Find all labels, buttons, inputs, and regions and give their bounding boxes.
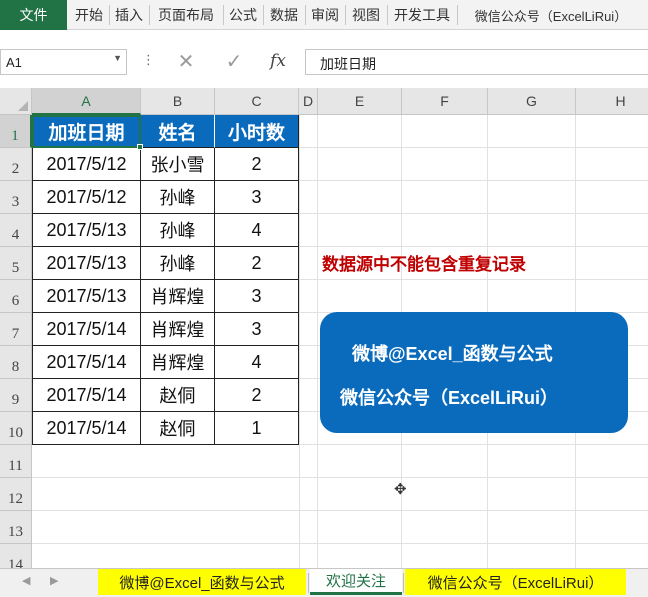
column-header-a[interactable]: A (32, 88, 141, 115)
table-cell-hours[interactable]: 4 (215, 214, 299, 247)
cancel-icon[interactable]: ✕ (173, 48, 199, 74)
insert-function-icon[interactable]: fx (265, 48, 291, 74)
more-options-icon[interactable]: ⋮ (142, 52, 155, 68)
table-cell-date[interactable]: 2017/5/13 (32, 214, 141, 247)
worksheet-grid[interactable]: A B C D E F G H 1 2 3 4 5 6 7 8 9 10 11 … (0, 88, 648, 568)
column-header-e[interactable]: E (318, 88, 402, 115)
row-header-3[interactable]: 3 (0, 181, 32, 214)
name-box-value: A1 (6, 55, 22, 70)
table-cell-date[interactable]: 2017/5/14 (32, 346, 141, 379)
table-cell-date[interactable]: 2017/5/13 (32, 280, 141, 313)
tab-formulas[interactable]: 公式 (224, 0, 262, 30)
table-cell-date[interactable]: 2017/5/12 (32, 181, 141, 214)
table-cell-hours[interactable]: 2 (215, 148, 299, 181)
table-cell-name[interactable]: 肖辉煌 (141, 346, 215, 379)
tab-review[interactable]: 审阅 (306, 0, 344, 30)
table-cell-name[interactable]: 肖辉煌 (141, 280, 215, 313)
tab-divider (308, 573, 309, 593)
formula-input[interactable]: 加班日期 (305, 49, 648, 75)
gridline (32, 543, 648, 544)
sheet-tab-weibo[interactable]: 微博@Excel_函数与公式 (98, 569, 306, 595)
column-header-g[interactable]: G (488, 88, 576, 115)
promo-wechat-text: 微信公众号（ExcelLiRui） (340, 388, 559, 408)
tab-scroll-right-icon[interactable]: ▶ (50, 574, 58, 587)
tab-scroll-left-icon[interactable]: ◀ (22, 574, 30, 587)
column-header-c[interactable]: C (215, 88, 299, 115)
tab-wechat-account[interactable]: 微信公众号（ExcelLiRui） (458, 0, 644, 30)
row-header-4[interactable]: 4 (0, 214, 32, 247)
table-cell-date[interactable]: 2017/5/14 (32, 379, 141, 412)
tab-page-layout[interactable]: 页面布局 (150, 0, 222, 30)
cell-cursor-icon: ✥ (394, 481, 407, 498)
column-header-f[interactable]: F (402, 88, 488, 115)
promo-banner: 微博@Excel_函数与公式 微信公众号（ExcelLiRui） (320, 312, 628, 433)
gridline (32, 477, 648, 478)
row-header-5[interactable]: 5 (0, 247, 32, 280)
sheet-tab-welcome[interactable]: 欢迎关注 (310, 569, 402, 595)
tab-developer[interactable]: 开发工具 (388, 0, 456, 30)
tab-data[interactable]: 数据 (264, 0, 304, 30)
chevron-down-icon[interactable]: ▼ (113, 53, 122, 63)
tab-home[interactable]: 开始 (70, 0, 108, 30)
row-header-13[interactable]: 13 (0, 511, 32, 544)
row-header-7[interactable]: 7 (0, 313, 32, 346)
sheet-tab-wechat[interactable]: 微信公众号（ExcelLiRui） (405, 569, 626, 595)
table-cell-date[interactable]: 2017/5/14 (32, 412, 141, 445)
formula-bar: A1 ▼ ⋮ ✕ ✓ fx 加班日期 (0, 30, 648, 88)
table-cell-name[interactable]: 肖辉煌 (141, 313, 215, 346)
gridline (317, 115, 318, 568)
table-cell-hours[interactable]: 2 (215, 379, 299, 412)
table-cell-date[interactable]: 2017/5/12 (32, 148, 141, 181)
table-cell-hours[interactable]: 4 (215, 346, 299, 379)
table-cell-date[interactable]: 2017/5/13 (32, 247, 141, 280)
table-header-name[interactable]: 姓名 (141, 115, 215, 148)
table-cell-name[interactable]: 张小雪 (141, 148, 215, 181)
table-header-hours[interactable]: 小时数 (215, 115, 299, 148)
table-cell-name[interactable]: 孙峰 (141, 247, 215, 280)
table-cell-hours[interactable]: 3 (215, 280, 299, 313)
select-all-button[interactable] (0, 88, 32, 115)
table-cell-hours[interactable]: 3 (215, 181, 299, 214)
column-header-h[interactable]: H (576, 88, 648, 115)
row-header-11[interactable]: 11 (0, 445, 32, 478)
tab-file[interactable]: 文件 (0, 0, 67, 30)
name-box[interactable]: A1 ▼ (0, 49, 127, 75)
table-cell-name[interactable]: 孙峰 (141, 214, 215, 247)
tab-view[interactable]: 视图 (346, 0, 386, 30)
row-header-8[interactable]: 8 (0, 346, 32, 379)
column-header-b[interactable]: B (141, 88, 215, 115)
ribbon-tabs: 文件 开始 插入 页面布局 公式 数据 审阅 视图 开发工具 微信公众号（Exc… (0, 0, 648, 30)
table-cell-hours[interactable]: 1 (215, 412, 299, 445)
table-cell-name[interactable]: 赵侗 (141, 379, 215, 412)
warning-note: 数据源中不能包含重复记录 (322, 255, 526, 274)
gridline (299, 115, 300, 568)
promo-weibo-text: 微博@Excel_函数与公式 (352, 344, 553, 364)
row-header-2[interactable]: 2 (0, 148, 32, 181)
row-header-1[interactable]: 1 (0, 115, 32, 148)
enter-check-icon[interactable]: ✓ (221, 48, 247, 74)
active-cell-outline (32, 115, 141, 148)
fill-handle[interactable] (137, 144, 143, 150)
table-cell-date[interactable]: 2017/5/14 (32, 313, 141, 346)
row-header-14[interactable]: 14 (0, 544, 32, 568)
table-cell-name[interactable]: 孙峰 (141, 181, 215, 214)
sheet-tab-bar: ◀ ▶ 微博@Excel_函数与公式 欢迎关注 微信公众号（ExcelLiRui… (0, 568, 648, 597)
tab-divider (403, 573, 404, 593)
table-cell-hours[interactable]: 2 (215, 247, 299, 280)
column-header-d[interactable]: D (299, 88, 318, 115)
row-header-12[interactable]: 12 (0, 478, 32, 511)
table-cell-hours[interactable]: 3 (215, 313, 299, 346)
row-header-10[interactable]: 10 (0, 412, 32, 445)
table-cell-name[interactable]: 赵侗 (141, 412, 215, 445)
row-header-6[interactable]: 6 (0, 280, 32, 313)
tab-insert[interactable]: 插入 (110, 0, 148, 30)
gridline (32, 510, 648, 511)
row-header-9[interactable]: 9 (0, 379, 32, 412)
